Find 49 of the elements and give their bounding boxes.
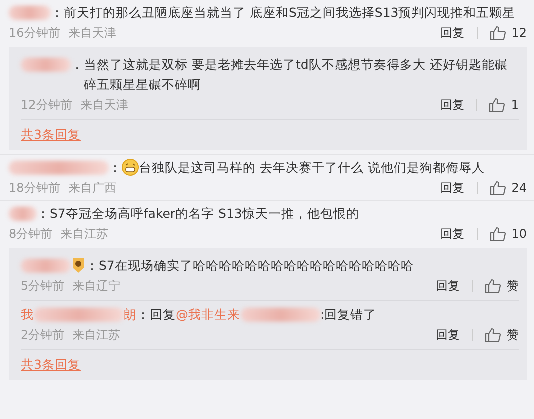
reply-button[interactable]: 回复: [440, 95, 464, 115]
like-button[interactable]: 10: [490, 224, 527, 244]
separator: ：: [137, 306, 150, 324]
like-button[interactable]: 1: [489, 95, 519, 115]
separator: ：: [109, 159, 122, 177]
comment-text: :回复错了: [320, 306, 377, 324]
location-label: 来自辽宁: [72, 278, 121, 295]
like-button[interactable]: 赞: [485, 325, 519, 345]
separator: ：: [37, 205, 50, 223]
reply-button[interactable]: 回复: [440, 178, 465, 198]
thumbs-up-icon: [485, 328, 501, 342]
like-button[interactable]: 24: [490, 178, 527, 198]
timestamp: 8分钟前: [9, 226, 53, 243]
thumbs-up-icon: [485, 278, 501, 294]
blurred-username: [21, 259, 71, 273]
timestamp: 2分钟前: [21, 327, 65, 344]
comment-text: 回复@我非生来: [150, 306, 240, 324]
timestamp: 12分钟前: [21, 97, 72, 114]
location-label: 来自天津: [68, 25, 116, 42]
like-button[interactable]: 12: [490, 23, 527, 43]
separator: ．: [71, 56, 84, 74]
separator: ：: [86, 257, 99, 275]
comment-text: S7在现场确实了哈哈哈哈哈哈哈哈哈哈哈哈哈哈哈哈哈: [99, 257, 415, 275]
thumbs-up-icon: [489, 98, 506, 112]
grin-emoji-icon: [122, 159, 139, 176]
timestamp: 5分钟前: [21, 278, 65, 295]
comment-text: 前天打的那么丑陋底座当就当了 底座和S冠之间我选择S13预判闪现推和五颗星: [64, 4, 517, 22]
timestamp: 18分钟前: [9, 180, 60, 197]
blurred-username: [9, 6, 51, 20]
location-label: 来自江苏: [72, 327, 121, 344]
comment-text: 台独队是这司马样的 去年决赛干了什么 说他们是狗都侮辱人: [139, 159, 486, 177]
location-label: 来自广西: [68, 180, 116, 197]
separator: ：: [51, 4, 64, 22]
blurred-username: [21, 58, 71, 72]
badge-icon: [71, 257, 86, 274]
thumbs-up-icon: [490, 226, 506, 242]
thumbs-up-icon: [490, 180, 506, 196]
blurred-username: [9, 207, 37, 221]
reply-button[interactable]: 回复: [440, 23, 465, 43]
like-button[interactable]: 赞: [485, 276, 519, 296]
comment-text: S7夺冠全场高呼faker的名字 S13惊天一推，他包恨的: [50, 205, 360, 223]
thumbs-up-icon: [490, 26, 506, 40]
location-label: 来自江苏: [60, 226, 109, 243]
location-label: 来自天津: [80, 97, 128, 114]
reply-button[interactable]: 回复: [436, 276, 460, 296]
comment-text: 当然了这就是双标 要是老摊去年选了td队不感想节奏得多大 还好钥匙能碾碎五颗星星碾不碎啊: [84, 56, 509, 94]
reply-button[interactable]: 回复: [440, 224, 465, 244]
timestamp: 16分钟前: [9, 25, 60, 42]
reply-button[interactable]: 回复: [436, 325, 460, 345]
